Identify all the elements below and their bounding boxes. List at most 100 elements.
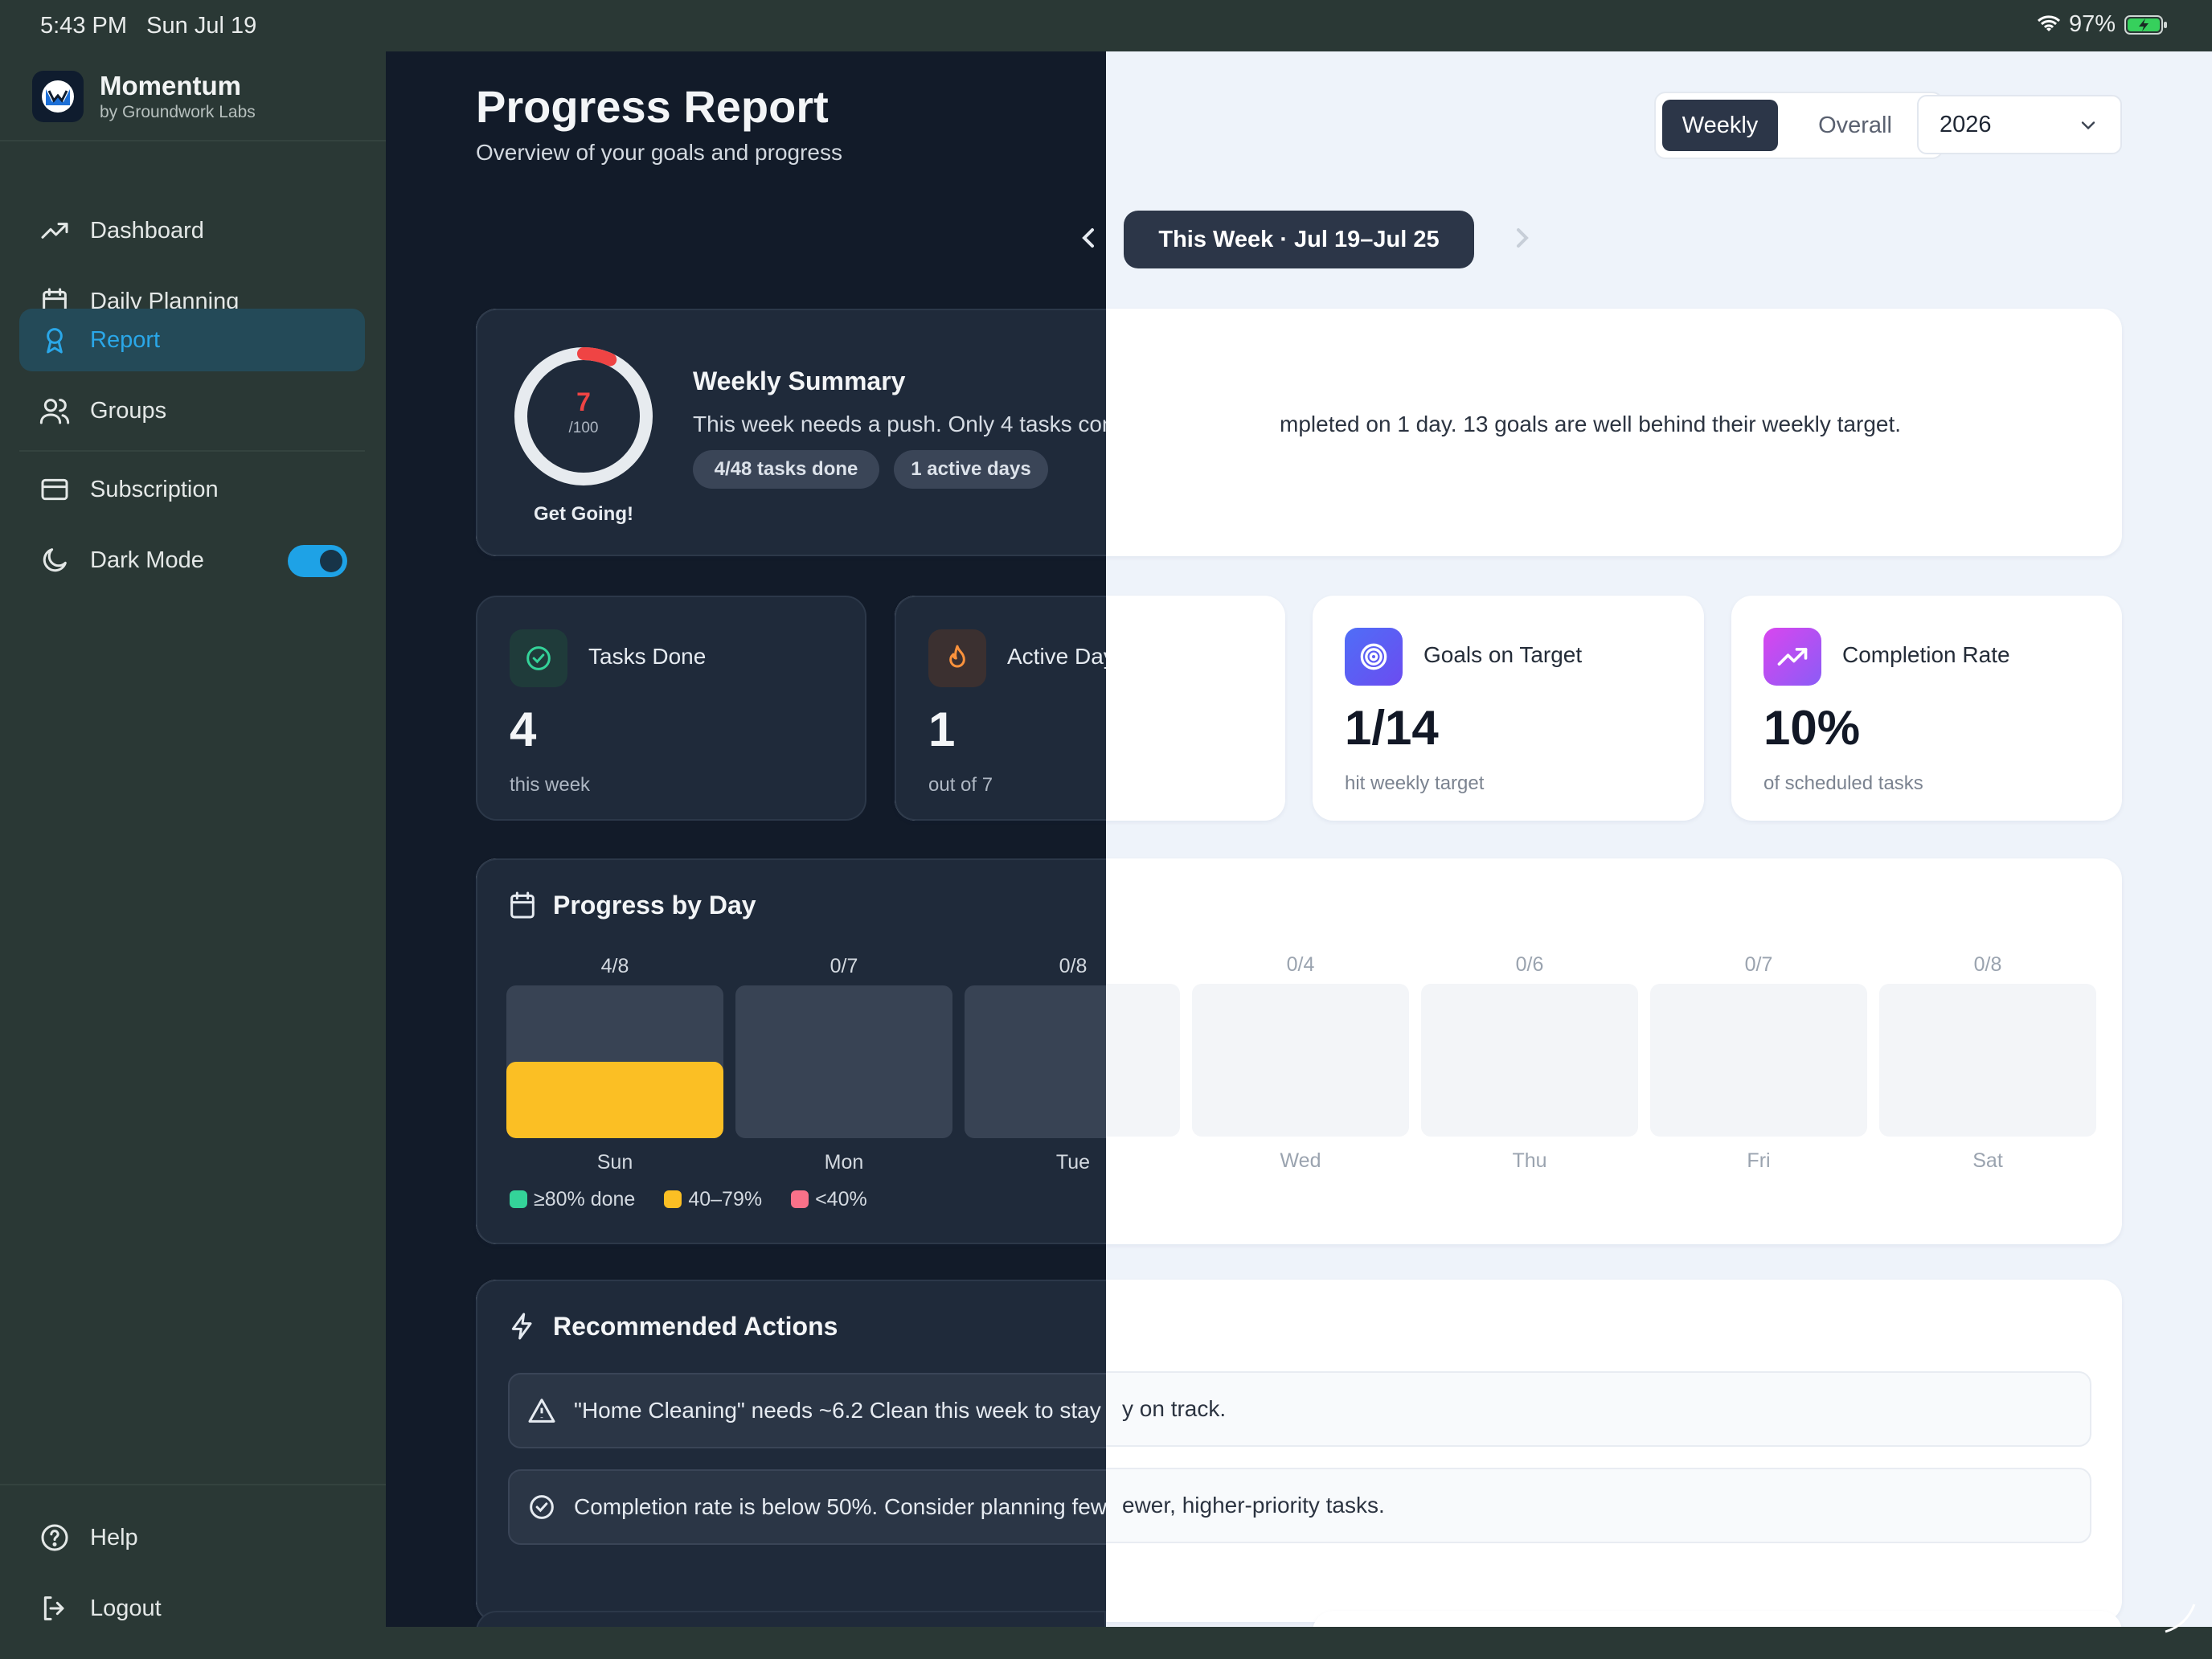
progress-by-day-title: Progress by Day bbox=[553, 890, 756, 920]
sidebar-item-label: Logout bbox=[90, 1595, 162, 1621]
day-name: Tue bbox=[1055, 1151, 1091, 1174]
flame-icon bbox=[928, 629, 986, 687]
legend-mid-label: 40–79% bbox=[688, 1188, 763, 1210]
legend-mid: 40–79% bbox=[664, 1188, 762, 1211]
page-subtitle: Overview of your goals and progress bbox=[476, 140, 842, 165]
chevron-down-icon bbox=[2081, 121, 2095, 130]
stat-label: Completion Rate bbox=[1842, 642, 2010, 667]
trending-up-icon bbox=[37, 213, 72, 248]
sidebar-item-help[interactable]: Help bbox=[19, 1506, 365, 1569]
recommendation-text: Completion rate is below 50%. Consider p… bbox=[574, 1494, 1106, 1519]
moon-icon bbox=[37, 543, 72, 578]
page-title: Progress Report bbox=[476, 81, 829, 132]
users-icon bbox=[37, 393, 72, 428]
day-bar[interactable] bbox=[965, 985, 1106, 1138]
sidebar-item-groups[interactable]: Groups bbox=[19, 379, 365, 442]
week-range-pill[interactable]: This Week · Jul 19–Jul 25 bbox=[1124, 211, 1474, 268]
recommendation-item[interactable]: "Home Cleaning" needs ~6.2 Clean this we… bbox=[508, 1373, 1106, 1448]
stat-value: 1 bbox=[928, 703, 956, 756]
day-fraction: 0/7 bbox=[1744, 953, 1773, 976]
momentum-logo-icon bbox=[42, 80, 74, 113]
day-bar[interactable] bbox=[506, 985, 723, 1138]
segment-weekly[interactable]: Weekly bbox=[1662, 100, 1778, 151]
award-icon bbox=[37, 322, 72, 358]
recommended-actions-card-dark: Recommended Actions "Home Cleaning" need… bbox=[476, 1280, 1106, 1622]
recommendation-item[interactable]: Completion rate is below 50%. Consider p… bbox=[508, 1469, 1106, 1545]
status-clock: 5:43 PM bbox=[40, 13, 127, 39]
stat-value: 10% bbox=[1763, 701, 1861, 755]
day-bar-fill bbox=[506, 1062, 723, 1138]
status-time: 5:43 PM Sun Jul 19 bbox=[40, 13, 256, 39]
sidebar-item-label: Groups bbox=[90, 397, 167, 424]
check-circle-icon bbox=[510, 1491, 574, 1523]
next-card-peek-dark bbox=[476, 1611, 1106, 1627]
day-fraction: 0/7 bbox=[830, 955, 858, 977]
status-date: Sun Jul 19 bbox=[146, 13, 257, 39]
alert-triangle-icon bbox=[510, 1395, 574, 1427]
day-fraction: 0/4 bbox=[1286, 953, 1315, 976]
score-value: 7 bbox=[576, 387, 591, 416]
brand-subtitle: by Groundwork Labs bbox=[100, 103, 256, 121]
credit-card-icon bbox=[37, 472, 72, 507]
brand[interactable]: Momentum by Groundwork Labs bbox=[32, 71, 256, 122]
day-bar[interactable] bbox=[735, 985, 952, 1138]
view-segmented-control: Weekly Overall bbox=[1654, 92, 1944, 159]
stat-sub: out of 7 bbox=[928, 774, 993, 796]
progress-by-day-card-dark: Progress by Day 4/8Sun0/7Mon0/8Tue0/4Wed… bbox=[476, 858, 1106, 1244]
sidebar-item-subscription[interactable]: Subscription bbox=[19, 458, 365, 521]
stat-sub: of scheduled tasks bbox=[1763, 772, 1923, 794]
wifi-icon bbox=[2037, 14, 2060, 31]
help-circle-icon bbox=[37, 1520, 72, 1555]
weekly-summary-card-dark: 7 /100 Get Going! Weekly Summary This we… bbox=[476, 309, 1106, 556]
stat-sub: hit weekly target bbox=[1345, 772, 1485, 794]
stat-sub: this week bbox=[510, 774, 591, 796]
day-bar[interactable] bbox=[1650, 984, 1867, 1137]
score-label: Get Going! bbox=[534, 503, 633, 525]
sidebar-divider bbox=[0, 1484, 386, 1485]
trending-up-icon bbox=[1763, 628, 1821, 686]
previous-week-button[interactable] bbox=[1072, 222, 1104, 254]
year-select[interactable]: 2026 bbox=[1917, 95, 2122, 154]
next-week-button[interactable] bbox=[1506, 222, 1538, 254]
stat-label: Active Days bbox=[1007, 644, 1106, 669]
day-name: Sun bbox=[596, 1151, 633, 1174]
recommended-actions-title: Recommended Actions bbox=[553, 1311, 838, 1341]
stat-card-goals-on-target: Goals on Target 1/14 hit weekly target bbox=[1313, 596, 1704, 821]
stat-card-completion-rate: Completion Rate 10% of scheduled tasks bbox=[1731, 596, 2122, 821]
sidebar-divider bbox=[0, 140, 386, 141]
sidebar-item-dark-mode[interactable]: Dark Mode bbox=[19, 529, 365, 592]
sidebar-item-logout[interactable]: Logout bbox=[19, 1577, 365, 1640]
section-title: Progress by Day bbox=[506, 889, 756, 921]
summary-title: Weekly Summary bbox=[693, 367, 906, 395]
brand-text: Momentum by Groundwork Labs bbox=[100, 71, 256, 122]
day-fraction: 0/6 bbox=[1515, 953, 1544, 976]
stat-label: Tasks Done bbox=[588, 644, 707, 669]
stat-label: Goals on Target bbox=[1423, 642, 1583, 667]
stat-card-tasks-done: Tasks Done 4 this week bbox=[476, 596, 866, 821]
sidebar-item-report[interactable]: Report bbox=[19, 309, 365, 371]
sidebar-item-label: Help bbox=[90, 1524, 138, 1550]
calendar-icon bbox=[510, 891, 535, 919]
legend-low: <40% bbox=[791, 1188, 867, 1211]
summary-text-light: mpleted on 1 day. 13 goals are well behi… bbox=[1280, 412, 1902, 436]
section-title: Recommended Actions bbox=[506, 1310, 838, 1342]
day-bar[interactable] bbox=[1879, 984, 2096, 1137]
day-name: Sat bbox=[1972, 1149, 2003, 1172]
app-logo bbox=[32, 71, 84, 122]
sidebar-item-dashboard[interactable]: Dashboard bbox=[19, 199, 365, 262]
day-bar[interactable] bbox=[1192, 984, 1409, 1137]
sidebar-divider bbox=[19, 450, 365, 452]
status-right: 97% bbox=[2037, 11, 2169, 38]
sidebar-item-label: Dark Mode bbox=[90, 547, 204, 573]
day-name: Wed bbox=[1280, 1149, 1321, 1172]
target-icon bbox=[1345, 628, 1403, 686]
legend-high: ≥80% done bbox=[510, 1188, 635, 1211]
battery-percent: 97% bbox=[2068, 11, 2116, 37]
recommendation-text: "Home Cleaning" needs ~6.2 Clean this we… bbox=[574, 1398, 1106, 1423]
day-bar[interactable] bbox=[1421, 984, 1638, 1137]
logout-icon bbox=[37, 1591, 72, 1626]
battery-charging-icon bbox=[2124, 14, 2167, 35]
dark-mode-toggle[interactable] bbox=[288, 545, 347, 577]
summary-text: This week needs a push. Only 4 tasks com… bbox=[693, 412, 1106, 436]
segment-overall[interactable]: Overall bbox=[1784, 100, 1926, 151]
